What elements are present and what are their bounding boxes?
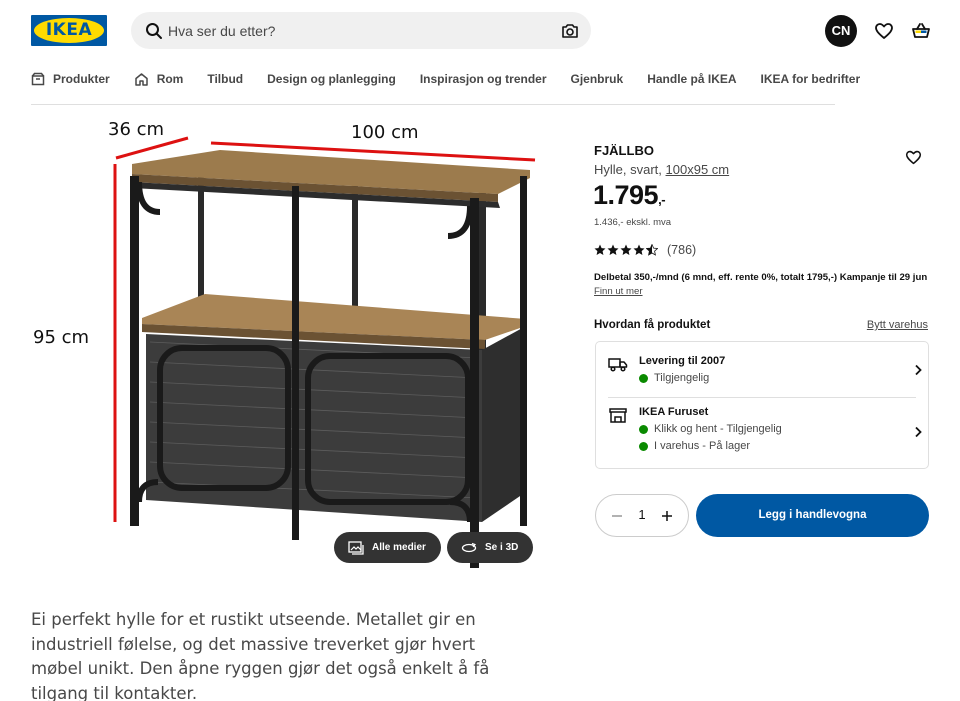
product-description: Ei perfekt hylle for et rustikt utseende… [31, 610, 490, 701]
search-input[interactable] [168, 12, 548, 49]
chevron-right-icon [915, 364, 922, 376]
box-icon [31, 72, 45, 86]
price-ex-vat: 1.436,- ekskl. mva [594, 217, 672, 228]
delivery-title: Levering til 2007 [639, 355, 726, 367]
rating-stars [594, 244, 659, 256]
price-value: 1.795 [593, 180, 659, 210]
quantity-value[interactable]: 1 [632, 507, 652, 522]
store-title: IKEA Furuset [639, 406, 709, 418]
installment-info: Delbetal 350,-/mnd (6 mnd, eff. rente 0%… [594, 271, 929, 299]
all-media-label: Alle medier [372, 542, 426, 553]
product-subtitle: Hylle, svart, 100x95 cm [594, 162, 729, 177]
product-image[interactable] [30, 112, 560, 582]
view-3d-label: Se i 3D [485, 542, 519, 553]
status-text: I varehus - På lager [654, 440, 750, 452]
status-text: Tilgjengelig [654, 372, 710, 384]
store-icon [609, 408, 627, 423]
minus-icon[interactable] [610, 509, 624, 523]
quantity-stepper: 1 [595, 494, 689, 537]
view-3d-button[interactable]: Se i 3D [447, 532, 533, 563]
chevron-right-icon [915, 426, 922, 438]
star-icon [594, 244, 606, 255]
delivery-options: Levering til 2007 Tilgjengelig IKEA Furu… [595, 341, 929, 469]
nav-item-inspirasjon[interactable]: Inspirasjon og trender [420, 69, 547, 89]
nav-item-bedrifter[interactable]: IKEA for bedrifter [761, 69, 861, 89]
delivery-section-title: Hvordan få produktet [594, 319, 711, 331]
product-price: 1.795,- [593, 180, 666, 211]
nav-label: Design og planlegging [267, 72, 396, 86]
rotate-3d-icon [461, 542, 477, 552]
installment-link[interactable]: Finn ut mer [594, 286, 643, 297]
main-nav: Produkter Rom Tilbud Design og planleggi… [31, 69, 860, 105]
star-icon [607, 244, 619, 255]
cart-icon[interactable] [911, 21, 931, 41]
installment-text: Delbetal 350,-/mnd (6 mnd, eff. rente 0%… [594, 272, 928, 283]
nav-label: Tilbud [207, 72, 244, 86]
dim-depth: 36 cm [108, 119, 165, 140]
delivery-option-home[interactable]: Levering til 2007 Tilgjengelig [608, 355, 922, 398]
nav-label: IKEA for bedrifter [760, 72, 861, 86]
favorite-heart-icon[interactable] [905, 149, 922, 166]
delivery-status: Tilgjengelig [639, 372, 709, 384]
nav-label: Produkter [53, 72, 110, 86]
heart-icon[interactable] [874, 21, 894, 41]
camera-icon[interactable] [561, 22, 579, 40]
plus-icon[interactable] [660, 509, 674, 523]
dim-height: 95 cm [33, 327, 90, 348]
add-to-cart-button[interactable]: Legg i handlevogna [696, 494, 929, 537]
nav-item-gjenbruk[interactable]: Gjenbruk [571, 69, 624, 89]
search-icon [146, 23, 162, 39]
image-icon [348, 540, 364, 555]
nav-item-produkter[interactable]: Produkter [31, 69, 110, 89]
search-bar[interactable] [131, 12, 591, 49]
rating-count: (786) [667, 243, 697, 257]
status-dot [639, 424, 648, 434]
nav-item-tilbud[interactable]: Tilbud [207, 69, 243, 89]
nav-item-handle[interactable]: Handle på IKEA [647, 69, 736, 89]
product-type: Hylle, svart, [594, 162, 662, 177]
dim-width: 100 cm [351, 122, 419, 143]
nav-item-design[interactable]: Design og planlegging [267, 69, 396, 89]
product-size-link[interactable]: 100x95 cm [666, 162, 730, 177]
store-status-clickcollect: Klikk og hent - Tilgjengelig [639, 423, 782, 435]
status-dot [639, 373, 648, 383]
nav-label: Inspirasjon og trender [419, 72, 547, 86]
status-dot [639, 441, 648, 451]
half-star-icon [646, 244, 658, 256]
avatar[interactable]: CN [825, 15, 857, 47]
product-name: FJÄLLBO [594, 143, 654, 158]
store-status-instock: I varehus - På lager [639, 440, 750, 452]
product-rating[interactable]: (786) [594, 243, 696, 257]
change-store-link[interactable]: Bytt varehus [867, 319, 928, 331]
logo-text: IKEA [45, 20, 93, 40]
nav-item-rom[interactable]: Rom [134, 69, 184, 89]
star-icon [633, 244, 645, 255]
all-media-button[interactable]: Alle medier [334, 532, 441, 563]
house-icon [134, 73, 148, 86]
nav-label: Gjenbruk [570, 72, 624, 86]
star-icon [620, 244, 632, 255]
truck-icon [608, 358, 628, 372]
price-suffix: ,- [658, 192, 666, 207]
nav-label: Rom [156, 72, 184, 86]
nav-label: Handle på IKEA [647, 72, 737, 86]
status-text: Klikk og hent - Tilgjengelig [654, 423, 782, 435]
ikea-logo[interactable]: IKEA [31, 15, 107, 46]
